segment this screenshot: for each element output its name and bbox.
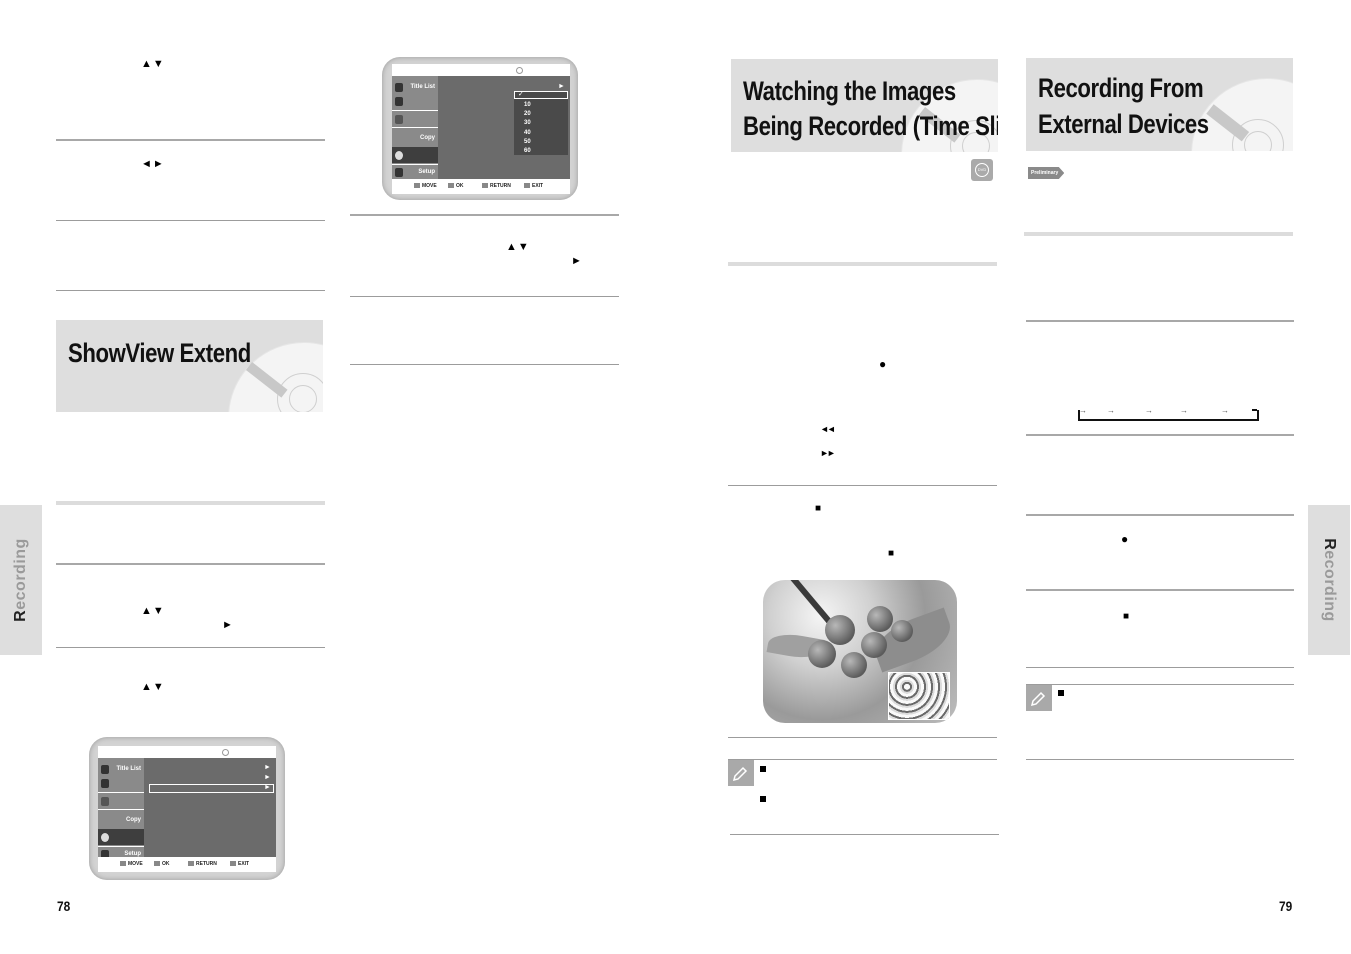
page-number: 79 bbox=[1279, 898, 1293, 914]
divider bbox=[728, 737, 997, 738]
osd-title-bar bbox=[98, 746, 276, 758]
flow-arrow-icon: → bbox=[1079, 406, 1088, 415]
up-down-arrows-icon: ▲▼ bbox=[141, 681, 165, 693]
note-pencil-icon bbox=[1026, 685, 1052, 711]
divider bbox=[350, 296, 619, 297]
osd-sidebar-item-setup: Setup bbox=[392, 165, 438, 179]
play-arrow-icon: ► bbox=[571, 255, 583, 267]
section-title-line-1: Watching the Images bbox=[743, 76, 956, 106]
play-arrow-icon: ► bbox=[222, 619, 234, 631]
section-title: ShowView Extend bbox=[68, 338, 251, 368]
divider bbox=[728, 262, 997, 266]
divider bbox=[1026, 759, 1294, 760]
osd-sidebar-item-title-list: Title List bbox=[392, 80, 438, 94]
stop-button-icon: ■ bbox=[815, 503, 823, 514]
divider bbox=[728, 759, 997, 760]
divider bbox=[1024, 232, 1293, 236]
section-title-line-1: Recording From bbox=[1038, 73, 1204, 103]
input-cycle-diagram bbox=[1078, 410, 1259, 421]
osd-submenu-arrow: ► bbox=[264, 764, 271, 771]
divider bbox=[56, 220, 325, 221]
divider bbox=[1026, 320, 1294, 322]
osd-highlight-row bbox=[149, 784, 274, 793]
section-banner-showview-extend: ShowView Extend bbox=[56, 320, 323, 412]
dvd-disc-badge-icon: DVD bbox=[971, 159, 993, 181]
osd-screen-frame: Title List Copy Setup ► ► ► MOVE OK RETU… bbox=[89, 737, 285, 880]
osd-sidebar-item-disc bbox=[392, 94, 438, 108]
osd-footer: MOVE OK RETURN EXIT bbox=[98, 857, 276, 872]
page-number: 78 bbox=[57, 898, 71, 914]
osd-dropdown: ✓ 10 20 30 40 50 60 bbox=[514, 91, 568, 155]
osd-screen: Title List Copy Setup ► ✓ 10 20 30 40 50… bbox=[392, 64, 570, 194]
time-slip-pip-photo bbox=[763, 580, 957, 723]
up-down-arrows-icon: ▲▼ bbox=[506, 241, 530, 253]
note-bullet-icon bbox=[760, 766, 766, 772]
up-down-arrows-icon: ▲▼ bbox=[141, 605, 165, 617]
osd-screen: Title List Copy Setup ► ► ► MOVE OK RETU… bbox=[98, 746, 276, 872]
osd-sidebar: Title List Copy Setup bbox=[98, 758, 144, 859]
divider bbox=[1026, 667, 1294, 668]
osd-dropdown-selected: ✓ bbox=[514, 91, 568, 99]
divider bbox=[1026, 684, 1294, 685]
note-pencil-icon bbox=[728, 760, 754, 786]
divider bbox=[56, 139, 325, 141]
record-button-icon: ● bbox=[1121, 532, 1130, 546]
divider bbox=[1026, 434, 1294, 436]
divider bbox=[56, 563, 325, 565]
flow-arrow-icon: → bbox=[1180, 406, 1189, 415]
section-title-line-2: Being Recorded (Time Slip) bbox=[743, 111, 998, 141]
osd-sidebar-item-tools bbox=[98, 794, 144, 808]
chapter-tab-recording: Recording bbox=[0, 505, 42, 655]
flow-arrow-icon: → bbox=[1145, 406, 1154, 415]
divider bbox=[350, 214, 619, 216]
osd-dropdown-option: 30 bbox=[524, 120, 531, 126]
stop-button-icon: ■ bbox=[1123, 611, 1131, 622]
flow-arrow-icon: → bbox=[1221, 406, 1230, 415]
divider bbox=[1026, 514, 1294, 516]
note-bullet-icon bbox=[760, 796, 766, 802]
divider bbox=[1026, 589, 1294, 591]
stop-button-icon: ■ bbox=[888, 548, 896, 559]
osd-screen-frame: Title List Copy Setup ► ✓ 10 20 30 40 50… bbox=[382, 57, 578, 200]
osd-submenu-arrow: ► bbox=[264, 784, 271, 791]
flow-arrow-icon: → bbox=[1107, 406, 1116, 415]
osd-sidebar-item-timer bbox=[98, 829, 144, 845]
divider bbox=[730, 834, 999, 835]
section-banner-external-devices: Recording From External Devices bbox=[1026, 58, 1293, 151]
rewind-button-icon: ◄◄ bbox=[820, 424, 836, 434]
pip-inset-image bbox=[888, 672, 950, 720]
fast-forward-button-icon: ►► bbox=[820, 448, 836, 458]
osd-sidebar-item-disc bbox=[98, 776, 144, 790]
osd-sidebar-item-timer bbox=[392, 147, 438, 163]
divider bbox=[56, 647, 325, 648]
osd-sidebar-item-copy: Copy bbox=[420, 135, 435, 141]
osd-submenu-arrow: ► bbox=[558, 83, 565, 90]
section-title-line-2: External Devices bbox=[1038, 109, 1209, 139]
record-button-icon: ● bbox=[879, 357, 888, 371]
preliminary-badge: Preliminary bbox=[1028, 167, 1065, 179]
osd-footer: MOVE OK RETURN EXIT bbox=[392, 179, 570, 194]
osd-dropdown-option: 10 bbox=[524, 102, 531, 108]
osd-title-bar bbox=[392, 64, 570, 76]
osd-dropdown-option: 20 bbox=[524, 111, 531, 117]
divider bbox=[350, 364, 619, 365]
osd-dropdown-option: 50 bbox=[524, 139, 531, 145]
osd-sidebar-item-copy: Copy bbox=[126, 817, 141, 823]
osd-sidebar: Title List Copy Setup bbox=[392, 76, 438, 179]
osd-submenu-arrow: ► bbox=[264, 774, 271, 781]
note-bullet-icon bbox=[1058, 690, 1064, 696]
left-right-arrows-icon: ◄► bbox=[141, 158, 165, 170]
osd-dropdown-option: 40 bbox=[524, 130, 531, 136]
divider bbox=[56, 501, 325, 505]
chapter-tab-recording: Recording bbox=[1308, 505, 1350, 655]
osd-dropdown-option: 60 bbox=[524, 148, 531, 154]
divider bbox=[728, 485, 997, 486]
osd-sidebar-item-title-list: Title List bbox=[98, 762, 144, 776]
divider bbox=[56, 290, 325, 291]
up-down-arrows-icon: ▲▼ bbox=[141, 58, 165, 70]
section-banner-time-slip: Watching the Images Being Recorded (Time… bbox=[731, 59, 998, 152]
osd-sidebar-item-tools bbox=[392, 112, 438, 126]
